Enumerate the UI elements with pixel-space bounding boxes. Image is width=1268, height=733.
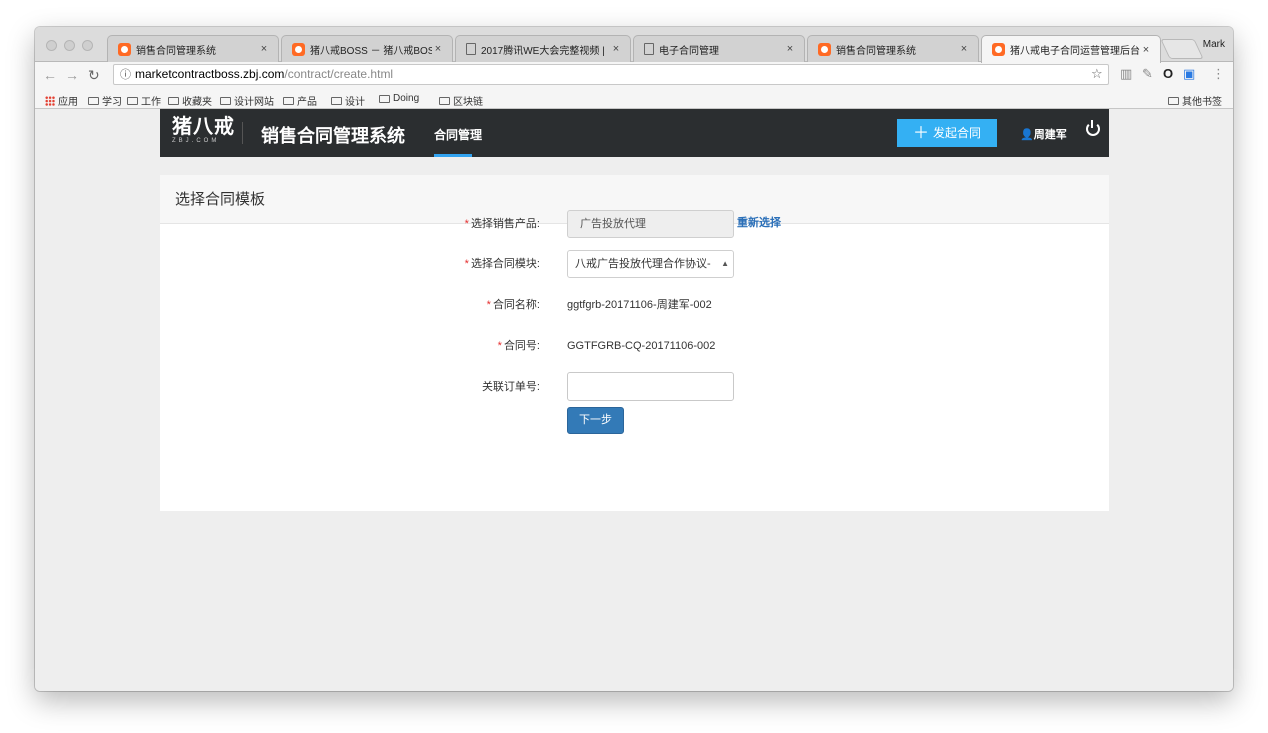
tab-strip: 销售合同管理系统 × 猪八戒BOSS － 猪八戒BOSS × 2017腾讯WE大…	[35, 27, 1233, 63]
close-tab-icon[interactable]: ×	[432, 43, 444, 55]
create-contract-button[interactable]: ＋发起合同	[897, 119, 997, 147]
page-content: 猪八戒 ZBJ.COM 销售合同管理系统 合同管理 ＋发起合同 👤周建军 选择合…	[35, 109, 1233, 691]
url-host: marketcontractboss.zbj.com	[135, 67, 285, 81]
bookmark-folder[interactable]: 产品	[283, 93, 317, 108]
bookmark-folder[interactable]: 收藏夹	[168, 93, 212, 108]
plus-icon: ＋	[912, 125, 929, 142]
bookmarks-bar: 应用 学习 工作 收藏夹 设计网站 产品 设计 Doing 区块链 其他书签	[35, 89, 1233, 109]
folder-icon	[379, 94, 390, 103]
folder-icon	[88, 96, 99, 105]
browser-tab[interactable]: 猪八戒BOSS － 猪八戒BOSS ×	[281, 35, 453, 62]
folder-icon	[127, 96, 138, 105]
new-tab-button[interactable]	[1160, 39, 1204, 59]
contract-name-value: ggtfgrb-20171106-周建军-002	[567, 299, 712, 311]
app-header: 猪八戒 ZBJ.COM 销售合同管理系统 合同管理 ＋发起合同 👤周建军	[160, 109, 1109, 157]
browser-tab[interactable]: 电子合同管理 ×	[633, 35, 805, 62]
close-tab-icon[interactable]: ×	[1140, 44, 1152, 56]
profile-name[interactable]: Mark	[1203, 39, 1225, 50]
bookmark-folder[interactable]: 学习	[88, 93, 122, 108]
close-tab-icon[interactable]: ×	[610, 43, 622, 55]
bookmark-folder[interactable]: Doing	[379, 93, 419, 104]
select-template-panel: 选择合同模板 * 选择销售产品: 广告投放代理 重新选择 * 选择合同模块: 八戒广…	[160, 175, 1109, 511]
contract-number-row: * 合同号: GGTFGRB-CQ-20171106-002	[160, 331, 1109, 361]
reader-extension-icon[interactable]: ▥	[1120, 66, 1132, 82]
product-label: * 选择销售产品:	[464, 218, 540, 230]
back-arrow-icon[interactable]: ←	[43, 66, 57, 84]
folder-icon	[439, 96, 450, 105]
power-icon[interactable]	[1086, 120, 1100, 136]
bookmark-folder[interactable]: 工作	[127, 93, 161, 108]
maximize-window-icon[interactable]	[82, 40, 93, 51]
browser-window: 销售合同管理系统 × 猪八戒BOSS － 猪八戒BOSS × 2017腾讯WE大…	[35, 27, 1233, 691]
opera-extension-icon[interactable]: O	[1163, 66, 1173, 81]
bookmark-folder[interactable]: 设计	[331, 93, 365, 108]
document-icon	[644, 43, 654, 55]
zbj-favicon-icon	[292, 42, 305, 56]
screenshot-extension-icon[interactable]: ▣	[1183, 66, 1195, 82]
close-window-icon[interactable]	[46, 40, 57, 51]
zbj-favicon-icon	[818, 42, 831, 56]
folder-icon	[283, 96, 294, 105]
navigation-bar: ← → ↻ ⓘ marketcontractboss.zbj.com/contra…	[35, 62, 1233, 89]
close-tab-icon[interactable]: ×	[958, 43, 970, 55]
apps-grid-icon	[45, 95, 55, 106]
reload-icon[interactable]: ↻	[88, 66, 100, 84]
close-tab-icon[interactable]: ×	[784, 43, 796, 55]
info-icon[interactable]: ⓘ	[120, 69, 131, 81]
menu-dots-icon[interactable]: ⋮	[1212, 66, 1225, 82]
system-title: 销售合同管理系统	[261, 126, 405, 146]
next-step-button[interactable]: 下一步	[567, 407, 624, 434]
product-field: 广告投放代理	[567, 210, 734, 238]
browser-tab-active[interactable]: 猪八戒电子合同运营管理后台 ×	[981, 35, 1161, 63]
active-nav-indicator	[434, 154, 472, 157]
product-row: * 选择销售产品: 广告投放代理 重新选择	[160, 209, 1109, 239]
close-tab-icon[interactable]: ×	[258, 43, 270, 55]
bookmark-folder[interactable]: 区块链	[439, 93, 483, 108]
zbj-favicon-icon	[118, 42, 131, 56]
folder-icon	[1168, 96, 1179, 105]
folder-icon	[168, 96, 179, 105]
bookmark-star-icon[interactable]: ☆	[1091, 66, 1103, 82]
order-number-label: 关联订单号:	[481, 381, 540, 393]
module-label: * 选择合同模块:	[464, 258, 540, 270]
minimize-window-icon[interactable]	[64, 40, 75, 51]
other-bookmarks[interactable]: 其他书签	[1168, 93, 1222, 108]
zbj-logo[interactable]: 猪八戒 ZBJ.COM	[172, 115, 235, 144]
forward-arrow-icon[interactable]: →	[65, 66, 79, 84]
user-icon: 👤	[1020, 129, 1034, 141]
bookmark-apps[interactable]: 应用	[45, 93, 78, 108]
order-number-input[interactable]	[567, 372, 734, 401]
folder-icon	[331, 96, 342, 105]
url-path: /contract/create.html	[284, 67, 394, 81]
browser-tab[interactable]: 销售合同管理系统 ×	[807, 35, 979, 62]
address-bar[interactable]: ⓘ marketcontractboss.zbj.com/contract/cre…	[113, 64, 1109, 85]
select-arrows-icon: ▲	[721, 259, 729, 268]
header-divider	[242, 122, 243, 144]
contract-name-label: * 合同名称:	[486, 299, 540, 311]
user-menu[interactable]: 👤周建军	[1020, 126, 1067, 142]
order-number-row: 关联订单号:	[160, 372, 1109, 402]
document-icon	[466, 43, 476, 55]
module-row: * 选择合同模块: 八戒广告投放代理合作协议- ▲	[160, 249, 1109, 279]
contract-name-row: * 合同名称: ggtfgrb-20171106-周建军-002	[160, 290, 1109, 320]
module-select[interactable]: 八戒广告投放代理合作协议- ▲	[567, 250, 734, 278]
contract-number-label: * 合同号:	[497, 340, 540, 352]
nav-contract-management[interactable]: 合同管理	[434, 126, 482, 143]
bookmark-folder[interactable]: 设计网站	[220, 93, 274, 108]
browser-tab[interactable]: 2017腾讯WE大会完整视频 | ×	[455, 35, 631, 62]
contract-number-value: GGTFGRB-CQ-20171106-002	[567, 340, 716, 352]
folder-icon	[220, 96, 231, 105]
reselect-link[interactable]: 重新选择	[737, 209, 781, 237]
pin-extension-icon[interactable]: ✎	[1142, 66, 1153, 82]
browser-tab[interactable]: 销售合同管理系统 ×	[107, 35, 279, 62]
zbj-favicon-icon	[992, 43, 1005, 56]
